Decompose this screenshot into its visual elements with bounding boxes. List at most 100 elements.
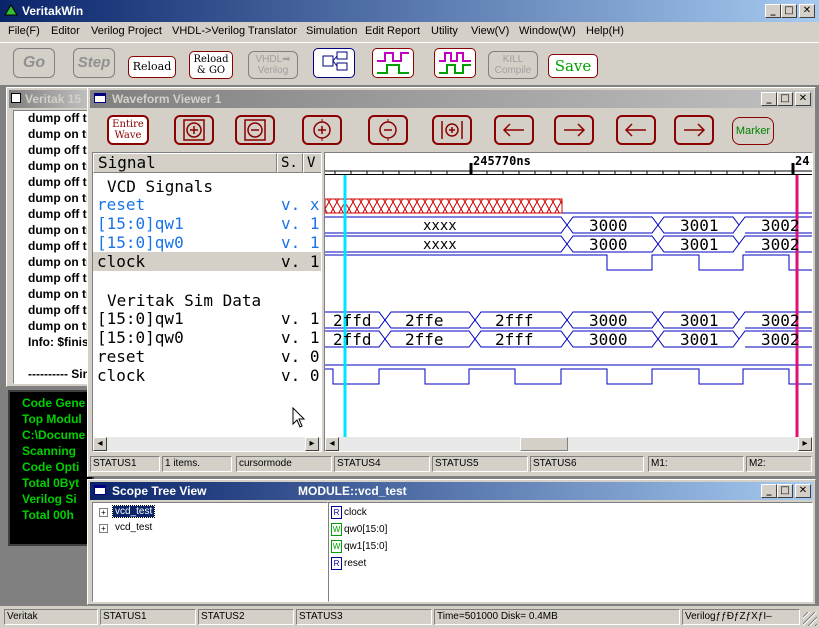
tree-expand-icon[interactable]: + xyxy=(99,508,108,517)
waveform-close-button[interactable]: ✕ xyxy=(795,92,811,106)
signal-row[interactable]: clock v. 0 xyxy=(93,366,321,385)
signal-name: [15:0]qw1 xyxy=(97,214,184,233)
menu-bar: File(F) Editor Verilog Project VHDL->Ver… xyxy=(0,23,819,41)
console-line: dump off ti xyxy=(28,239,90,253)
go-button[interactable]: Go xyxy=(13,48,55,78)
marker-button[interactable]: Marker xyxy=(732,117,774,145)
reload-go-button[interactable]: Reload & GO xyxy=(189,51,233,79)
zoom-in-button[interactable] xyxy=(302,115,342,145)
status-cell: STATUS2 xyxy=(198,609,294,625)
signal-row[interactable]: [15:0]qw1 v. 1 xyxy=(93,214,321,233)
mouse-pointer-icon xyxy=(292,407,306,428)
close-button[interactable]: ✕ xyxy=(799,4,815,18)
scope-close-button[interactable]: ✕ xyxy=(795,484,811,498)
status-cell: STATUS6 xyxy=(530,456,644,472)
menu-view[interactable]: View(V) xyxy=(471,25,509,37)
scroll-right-arrow[interactable]: ▸ xyxy=(305,437,319,451)
signal-value: v. 1 xyxy=(281,233,320,252)
col-s-header[interactable]: S. xyxy=(277,153,303,173)
signal-row[interactable]: [15:0]qw1 v. 1 xyxy=(93,309,321,328)
main-statusbar: Veritak STATUS1 STATUS2 STATUS3 Time=501… xyxy=(0,607,819,628)
scroll-left-button[interactable] xyxy=(494,115,534,145)
console-line: dump off ti xyxy=(28,303,90,317)
signal-value: v. 1 xyxy=(281,214,320,233)
tree-item[interactable]: vcd_test xyxy=(115,522,152,533)
console-output: dump off ti dump on ti dump off ti dump on … xyxy=(13,110,91,384)
hierarchy-button[interactable] xyxy=(313,48,355,78)
col-signal-header[interactable]: Signal xyxy=(93,153,277,173)
signal-value: v. x xyxy=(281,195,320,214)
console-window: Veritak 15 dump off ti dump on ti dump off… xyxy=(6,87,92,387)
clock-sim-wave xyxy=(325,368,812,385)
menu-vhdl-translator[interactable]: VHDL->Verilog Translator xyxy=(172,25,297,37)
zoom-cursor-button[interactable] xyxy=(432,115,472,145)
zoom-out-area-button[interactable] xyxy=(235,115,275,145)
menu-edit-report[interactable]: Edit Report xyxy=(365,25,420,37)
scroll-left-arrow[interactable]: ◂ xyxy=(325,437,339,451)
tree-expand-icon[interactable]: + xyxy=(99,524,108,533)
tree-item-selected[interactable]: vcd_test xyxy=(111,505,156,518)
signal-row[interactable]: reset v. 0 xyxy=(93,347,321,366)
next-edge-button[interactable] xyxy=(674,115,714,145)
waveform-viewer-window: Waveform Viewer 1 _ □ ✕ Entire Wave Mark… xyxy=(87,87,816,477)
save-button[interactable]: Save xyxy=(548,54,598,78)
status-cell: M2: xyxy=(746,456,812,472)
scroll-thumb[interactable] xyxy=(520,437,568,451)
menu-simulation[interactable]: Simulation xyxy=(306,25,357,37)
maximize-button[interactable]: □ xyxy=(781,4,797,18)
compile-log-line: Scanning xyxy=(22,444,77,458)
menu-file[interactable]: File(F) xyxy=(8,25,40,37)
reg-item[interactable]: Wqw1[15:0] xyxy=(331,540,387,553)
scope-maximize-button[interactable]: □ xyxy=(777,484,793,498)
vhdl-verilog-button[interactable]: VHDL➡ Verilog xyxy=(248,51,298,79)
status-cell: STATUS1 xyxy=(100,609,196,625)
compile-log-line: Code Opti xyxy=(22,460,80,474)
bus-value: 3000 xyxy=(589,311,628,330)
entire-wave-button[interactable]: Entire Wave xyxy=(107,115,149,145)
wave-open-button[interactable] xyxy=(372,48,414,78)
waveform-maximize-button[interactable]: □ xyxy=(777,92,793,106)
reg-item[interactable]: Wqw0[15:0] xyxy=(331,523,387,536)
console-line: dump on ti xyxy=(28,287,90,301)
console-line: Info: $finis xyxy=(28,335,89,349)
status-cell: cursormode xyxy=(236,456,332,472)
kill-compile-button[interactable]: KILL Compile xyxy=(488,51,538,79)
signal-name: reset xyxy=(97,347,146,366)
waveform-canvas[interactable] xyxy=(325,153,813,437)
resize-grip[interactable] xyxy=(803,612,817,626)
menu-help[interactable]: Help(H) xyxy=(586,25,624,37)
signal-row[interactable]: reset v. x xyxy=(93,195,321,214)
signal-row-selected[interactable]: clock v. 1 xyxy=(93,252,321,271)
wave-pane: 245770ns 24 xxxx 3000 3001 3002 xxxx 300… xyxy=(324,152,813,452)
minimize-button[interactable]: _ xyxy=(765,4,781,18)
scroll-right-arrow[interactable]: ▸ xyxy=(798,437,812,451)
scope-minimize-button[interactable]: _ xyxy=(761,484,777,498)
menu-utility[interactable]: Utility xyxy=(431,25,458,37)
reg-item[interactable]: Rreset xyxy=(331,557,366,570)
scroll-right-button[interactable] xyxy=(554,115,594,145)
waveform-minimize-button[interactable]: _ xyxy=(761,92,777,106)
waveform-window-icon xyxy=(94,93,106,103)
signal-row[interactable]: [15:0]qw0 v. 1 xyxy=(93,328,321,347)
signal-row[interactable]: [15:0]qw0 v. 1 xyxy=(93,233,321,252)
col-v-header[interactable]: V xyxy=(303,153,321,173)
menu-verilog-project[interactable]: Verilog Project xyxy=(91,25,162,37)
step-button[interactable]: Step xyxy=(73,48,115,78)
zoom-in-icon xyxy=(183,119,205,141)
menu-editor[interactable]: Editor xyxy=(51,25,80,37)
reload-go-label-1: Reload xyxy=(193,54,229,65)
wave-hscrollbar[interactable]: ◂ ▸ xyxy=(325,437,812,451)
reload-label: Reload xyxy=(132,60,172,73)
scroll-left-arrow[interactable]: ◂ xyxy=(93,437,107,451)
signal-hscrollbar[interactable]: ◂ ▸ xyxy=(93,437,321,451)
zoom-out-button[interactable] xyxy=(368,115,408,145)
zoom-in-area-button[interactable] xyxy=(174,115,214,145)
wave-new-button[interactable] xyxy=(434,48,476,78)
kill-label-2: Compile xyxy=(494,65,532,76)
reg-item[interactable]: Rclock xyxy=(331,506,367,519)
menu-window[interactable]: Window(W) xyxy=(519,25,576,37)
reload-button[interactable]: Reload xyxy=(128,56,176,78)
prev-edge-button[interactable] xyxy=(616,115,656,145)
col-s-label: S. xyxy=(281,155,298,171)
entire-wave-label-2: Wave xyxy=(114,130,142,141)
